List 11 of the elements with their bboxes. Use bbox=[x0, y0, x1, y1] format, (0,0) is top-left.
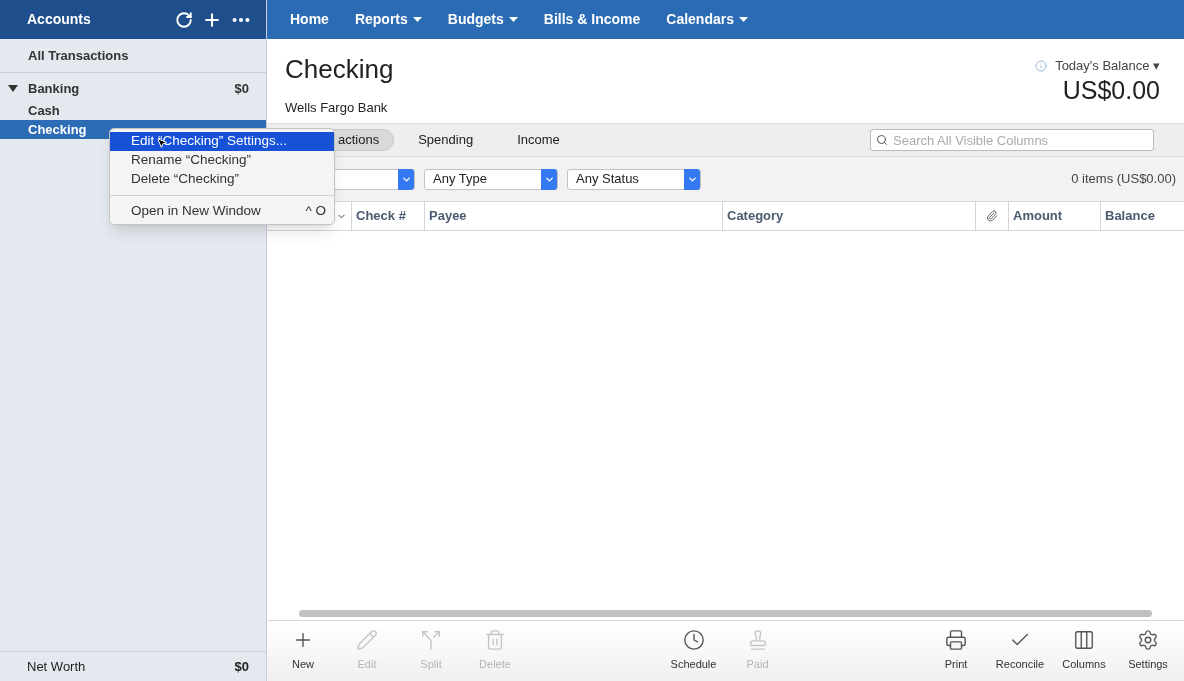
sidebar-title: Accounts bbox=[27, 10, 92, 29]
account-name: Checking bbox=[28, 120, 88, 139]
item-count: 0 items (US$0.00) bbox=[1071, 170, 1176, 189]
group-total: $0 bbox=[234, 80, 249, 99]
bank-name: Wells Fargo Bank bbox=[285, 99, 389, 117]
net-worth-label: Net Worth bbox=[27, 657, 87, 676]
shortcut-label: ^ O bbox=[305, 202, 326, 221]
account-name: Cash bbox=[28, 101, 61, 120]
net-worth-value: $0 bbox=[234, 657, 249, 676]
account-title: Checking bbox=[285, 54, 395, 84]
balance-amount: US$0.00 bbox=[1062, 75, 1160, 104]
